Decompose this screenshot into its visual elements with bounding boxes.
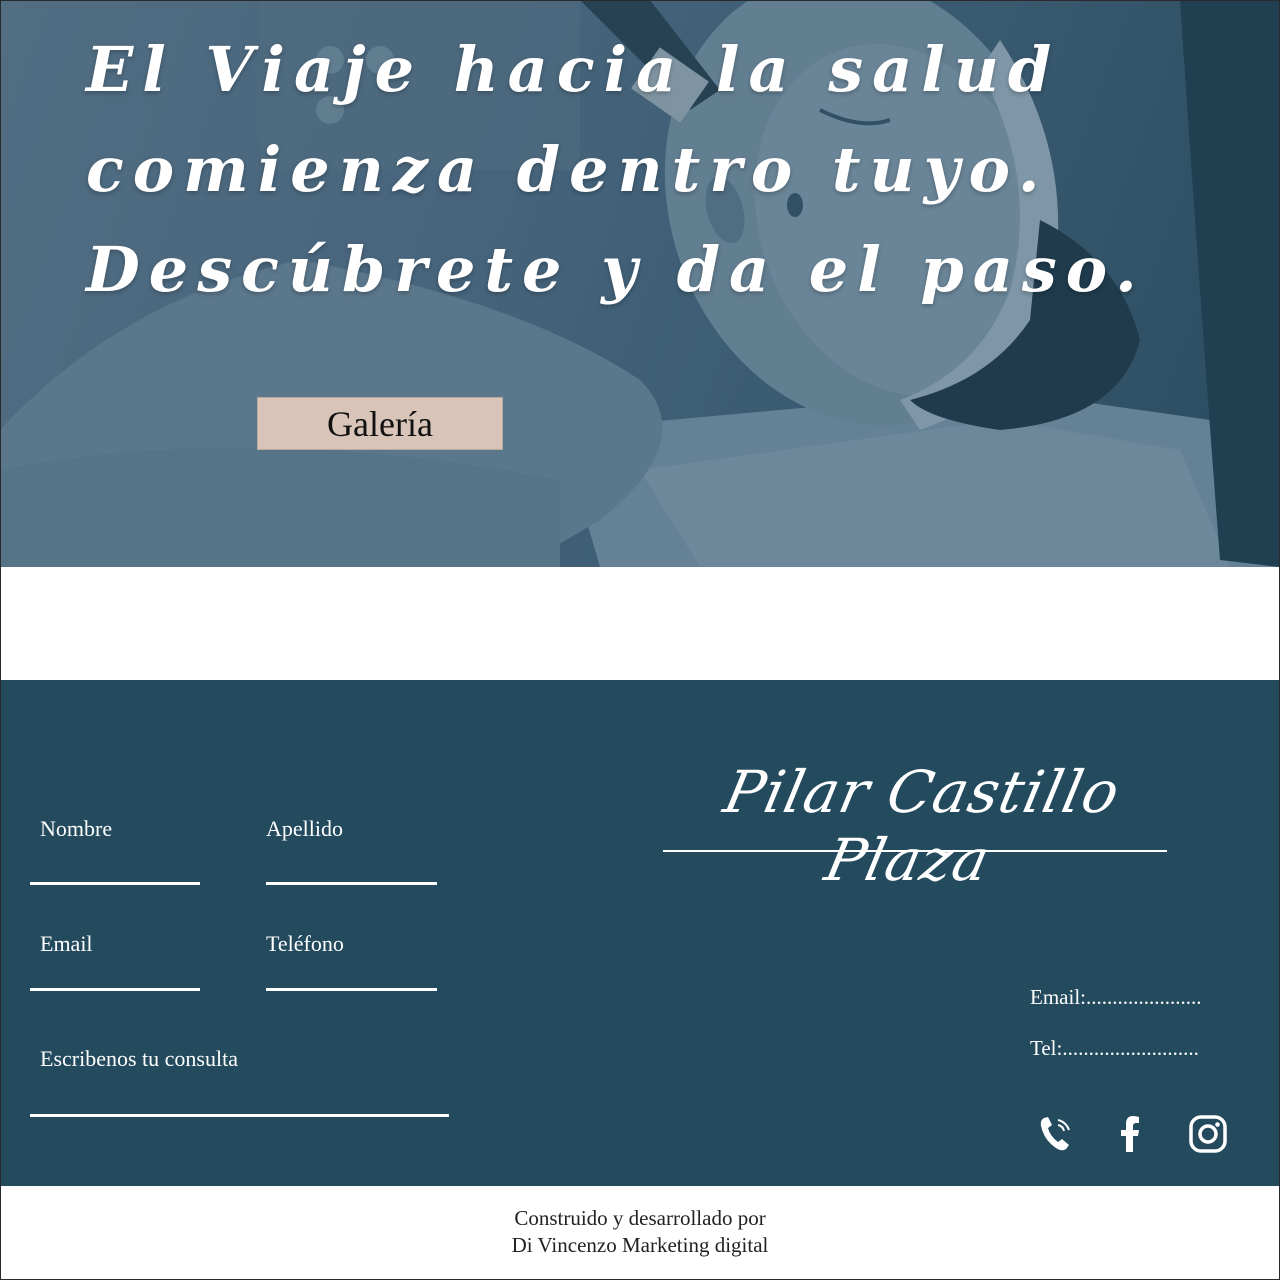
message-input[interactable] xyxy=(30,1086,449,1114)
email-input[interactable] xyxy=(30,961,200,989)
first-name-underline xyxy=(30,882,200,885)
message-label: Escribenos tu consulta xyxy=(40,1046,238,1071)
gallery-button[interactable]: Galería xyxy=(257,397,503,450)
message-field: Escribenos tu consulta xyxy=(30,1046,449,1120)
contact-phone: Tel:.......................... xyxy=(1030,1036,1199,1060)
last-name-field: Apellido xyxy=(266,816,437,888)
footer-credit-line-1: Construido y desarrollado por xyxy=(514,1206,766,1230)
instagram-icon[interactable] xyxy=(1188,1114,1228,1154)
last-name-underline xyxy=(266,882,437,885)
message-underline xyxy=(30,1114,449,1117)
email-field: Email xyxy=(30,931,200,995)
phone-input[interactable] xyxy=(266,961,437,989)
first-name-field: Nombre xyxy=(30,816,200,888)
hero-title-line-1: El Viaje hacia la salud xyxy=(86,33,1061,106)
phone-underline xyxy=(266,988,437,991)
brand-underline xyxy=(663,850,1167,852)
facebook-icon[interactable] xyxy=(1110,1114,1150,1154)
email-underline xyxy=(30,988,200,991)
phone-field: Teléfono xyxy=(266,931,437,995)
contact-email: Email:...................... xyxy=(1030,985,1202,1009)
first-name-label: Nombre xyxy=(40,816,113,841)
last-name-input[interactable] xyxy=(266,854,437,882)
hero-section: El Viaje hacia la salud comienza dentro … xyxy=(0,0,1280,567)
hero-title-line-2: comienza dentro tuyo. xyxy=(86,133,1049,206)
footer-credit: Construido y desarrollado por Di Vincenz… xyxy=(0,1205,1280,1259)
footer-credit-line-2: Di Vincenzo Marketing digital xyxy=(511,1233,769,1257)
first-name-input[interactable] xyxy=(30,854,200,882)
brand-signature: Pilar Castillo Plaza xyxy=(650,750,1180,894)
last-name-label: Apellido xyxy=(266,816,343,841)
hero-title-line-3: Descúbrete y da el paso. xyxy=(86,233,1146,306)
phone-label: Teléfono xyxy=(266,931,344,956)
hero-title: El Viaje hacia la salud comienza dentro … xyxy=(86,20,1146,320)
email-label: Email xyxy=(40,931,93,956)
phone-icon[interactable] xyxy=(1036,1114,1076,1154)
brand-name: Pilar Castillo Plaza xyxy=(718,758,1127,894)
